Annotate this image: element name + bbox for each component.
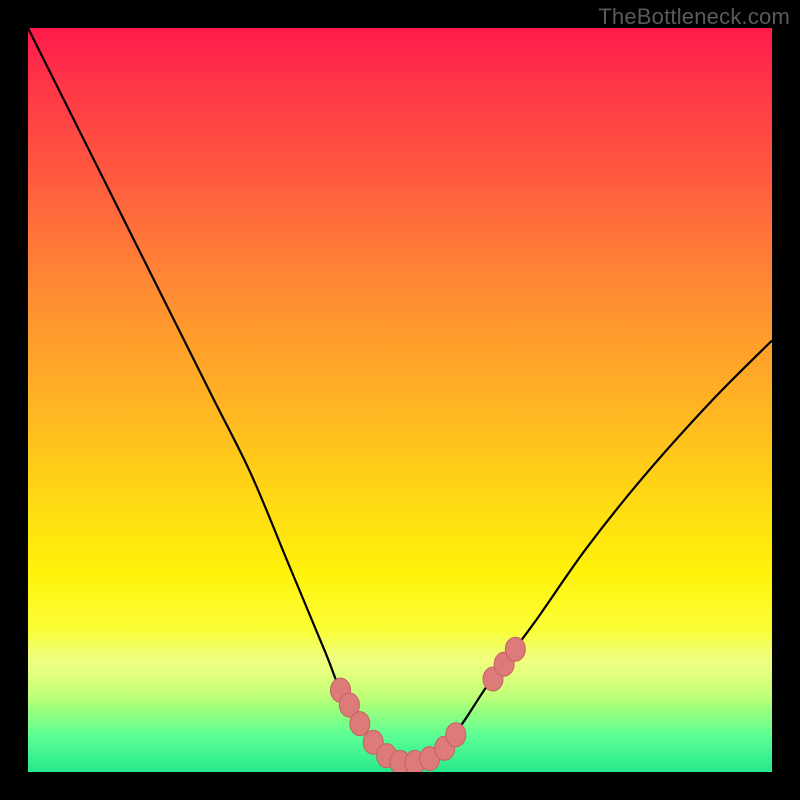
marker-right-near (446, 723, 466, 747)
marker-left-cluster (350, 712, 370, 736)
data-markers (330, 637, 525, 772)
plot-area (28, 28, 772, 772)
bottleneck-curve (28, 28, 772, 763)
marker-right-cluster (505, 637, 525, 661)
watermark-text: TheBottleneck.com (598, 4, 790, 30)
chart-frame: TheBottleneck.com (0, 0, 800, 800)
curve-svg (28, 28, 772, 772)
